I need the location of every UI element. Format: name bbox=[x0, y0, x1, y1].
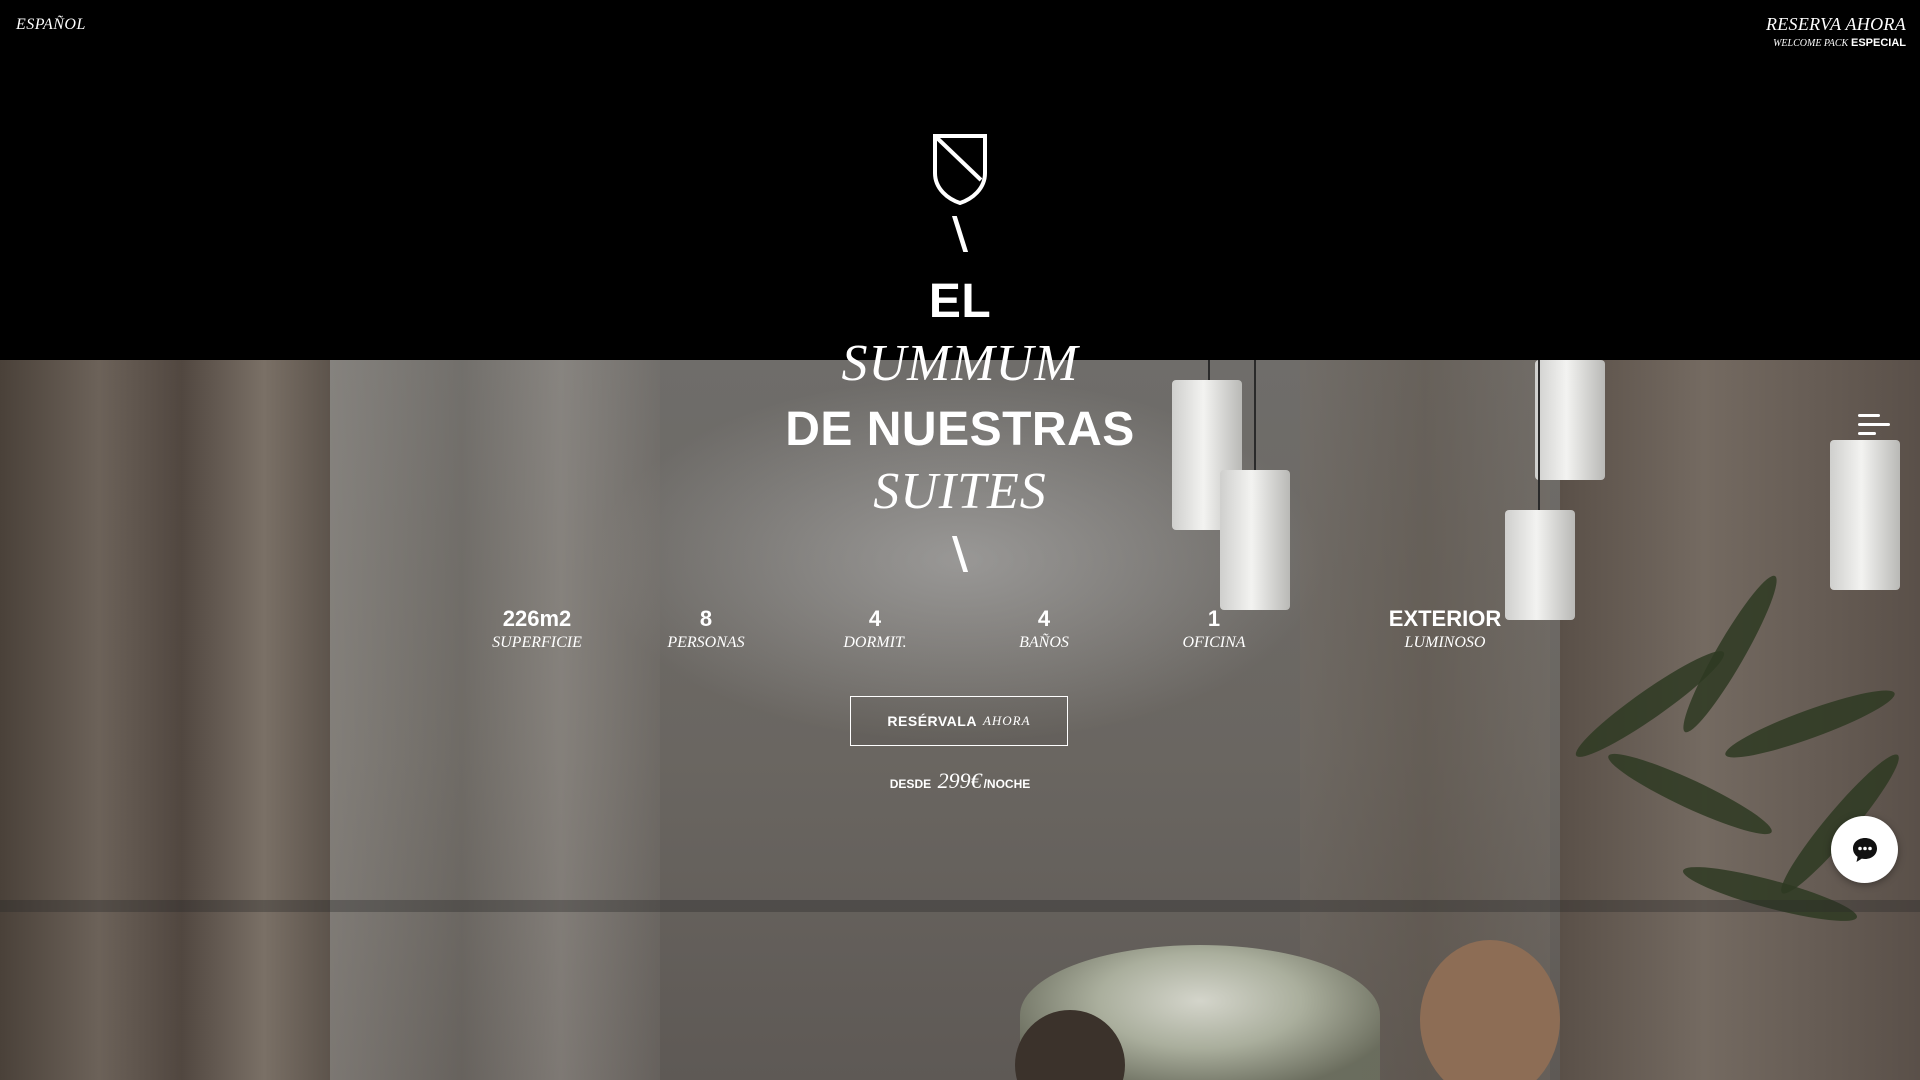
hamburger-menu-icon[interactable] bbox=[1858, 412, 1892, 438]
shield-logo-icon[interactable] bbox=[932, 133, 988, 205]
title-line-summum: SUMMUM bbox=[841, 335, 1079, 392]
chat-bubble-icon bbox=[1852, 837, 1877, 862]
stat-label: DORMIT. bbox=[843, 634, 907, 651]
stat-banos: 4 BAÑOS bbox=[964, 606, 1124, 652]
reserve-now-label: RESERVA AHORA bbox=[1765, 14, 1906, 34]
stat-oficina: 1 OFICINA bbox=[1134, 606, 1294, 652]
stat-label: PERSONAS bbox=[667, 634, 745, 651]
price-suffix: /NOCHE bbox=[983, 777, 1031, 791]
stat-personas: 8 PERSONAS bbox=[626, 606, 786, 652]
language-selector[interactable]: ESPAÑOL bbox=[16, 16, 86, 34]
chat-button[interactable] bbox=[1831, 816, 1898, 883]
stat-superficie: 226m2 SUPERFICIE bbox=[457, 606, 617, 652]
stat-value: EXTERIOR bbox=[1388, 606, 1502, 631]
stat-exterior: EXTERIOR LUMINOSO bbox=[1365, 606, 1525, 652]
price-amount: 299€ bbox=[937, 768, 982, 793]
stat-label: BAÑOS bbox=[1019, 634, 1069, 651]
stat-label: OFICINA bbox=[1182, 634, 1246, 651]
welcome-pack-text: WELCOME PACK bbox=[1773, 38, 1849, 49]
shade-band bbox=[0, 900, 1920, 912]
stat-value: 4 bbox=[868, 606, 882, 631]
price-prefix: DESDE bbox=[889, 777, 932, 791]
reserve-now-button[interactable]: RESÉRVALA AHORA bbox=[850, 696, 1068, 746]
reserve-now-link[interactable]: RESERVA AHORA WELCOME PACK ESPECIAL bbox=[1766, 14, 1906, 49]
title-line-el: EL bbox=[928, 275, 992, 328]
cta-italic-label: AHORA bbox=[982, 713, 1031, 728]
title-slash-top: \ bbox=[951, 208, 969, 259]
welcome-pack-special: ESPECIAL bbox=[1850, 37, 1906, 49]
suite-stats: 226m2 SUPERFICIE 8 PERSONAS 4 DORMIT. 4 … bbox=[0, 606, 1920, 662]
cta-bold-label: RESÉRVALA bbox=[887, 713, 977, 729]
stat-label: LUMINOSO bbox=[1404, 634, 1486, 651]
title-line-de-nuestras: DE NUESTRAS bbox=[785, 403, 1135, 456]
stat-dormitorios: 4 DORMIT. bbox=[795, 606, 955, 652]
stat-value: 8 bbox=[699, 606, 713, 631]
welcome-pack-label: WELCOME PACK ESPECIAL bbox=[1766, 37, 1906, 49]
stat-value: 1 bbox=[1207, 606, 1221, 631]
stat-label: SUPERFICIE bbox=[492, 634, 582, 651]
title-line-suites: SUITES bbox=[873, 463, 1047, 520]
stat-value: 4 bbox=[1037, 606, 1051, 631]
stat-value: 226m2 bbox=[502, 606, 572, 631]
title-slash-bottom: \ bbox=[951, 528, 969, 579]
price-from: DESDE 299€/NOCHE bbox=[0, 768, 1920, 794]
